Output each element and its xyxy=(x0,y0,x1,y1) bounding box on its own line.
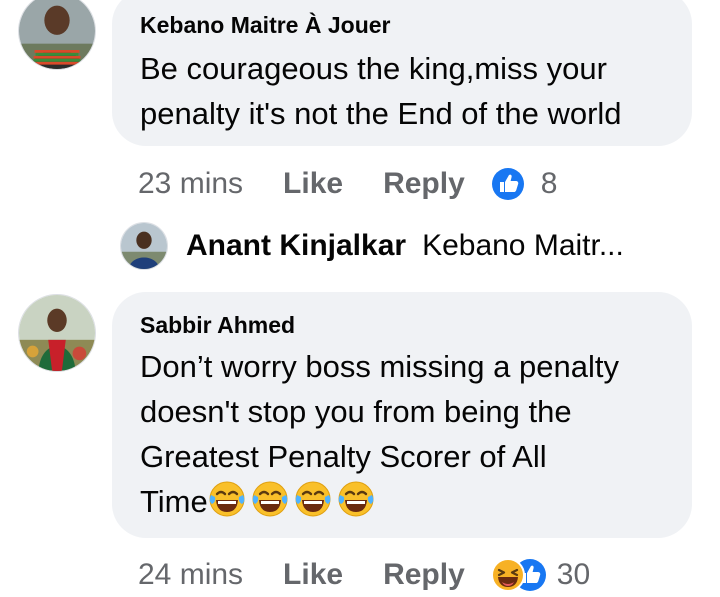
comment-text-line: penalty it's not the End of the world xyxy=(140,96,622,131)
laughing-tears-emoji xyxy=(337,480,375,518)
comment-timestamp[interactable]: 24 mins xyxy=(138,558,243,592)
comment-meta: 23 mins Like Reply 8 xyxy=(138,162,557,206)
comment-text: Don’t worry boss missing a penalty doesn… xyxy=(140,344,619,524)
reply-button[interactable]: Reply xyxy=(383,558,465,592)
comment-text: Be courageous the king,miss your penalty… xyxy=(140,46,622,136)
haha-icon xyxy=(490,558,525,592)
comment-meta: 24 mins Like Reply 30 xyxy=(138,553,590,597)
like-icon xyxy=(491,168,524,200)
comment-text-line: Be courageous the king,miss your xyxy=(140,51,607,86)
like-button[interactable]: Like xyxy=(283,167,343,201)
avatar-photo xyxy=(19,0,95,69)
laughing-tears-emoji xyxy=(294,480,332,518)
avatar[interactable] xyxy=(18,0,96,70)
avatar-photo xyxy=(19,295,95,371)
avatar[interactable] xyxy=(18,294,96,372)
reaction-count: 30 xyxy=(556,558,591,591)
reply-author[interactable]: Anant Kinjalkar xyxy=(186,229,406,263)
comment-bubble: Sabbir Ahmed Don’t worry boss missing a … xyxy=(112,292,692,538)
comment-text-line: Greatest Penalty Scorer of All xyxy=(140,439,547,474)
reply-preview[interactable]: Anant Kinjalkar Kebano Maitr... xyxy=(120,220,680,272)
reaction-summary[interactable]: 8 xyxy=(491,167,558,201)
comment-timestamp[interactable]: 23 mins xyxy=(138,167,243,201)
laughing-tears-emoji xyxy=(251,480,289,518)
avatar-photo xyxy=(121,223,167,269)
comment-text-line: Don’t worry boss missing a penalty xyxy=(140,349,619,384)
avatar[interactable] xyxy=(120,222,168,270)
reply-preview-text: Kebano Maitr... xyxy=(422,229,624,262)
like-button[interactable]: Like xyxy=(283,558,343,592)
comment-text-line: doesn't stop you from being the xyxy=(140,394,572,429)
laughing-tears-emoji xyxy=(208,480,246,518)
comment-bubble: Kebano Maitre À Jouer Be courageous the … xyxy=(112,0,692,146)
reaction-count: 8 xyxy=(540,167,558,200)
comment-author[interactable]: Sabbir Ahmed xyxy=(140,312,295,339)
reaction-summary[interactable]: 30 xyxy=(490,558,591,592)
comment-author[interactable]: Kebano Maitre À Jouer xyxy=(140,12,391,39)
comment-text-line: Time xyxy=(140,484,208,519)
reply-button[interactable]: Reply xyxy=(383,167,465,201)
